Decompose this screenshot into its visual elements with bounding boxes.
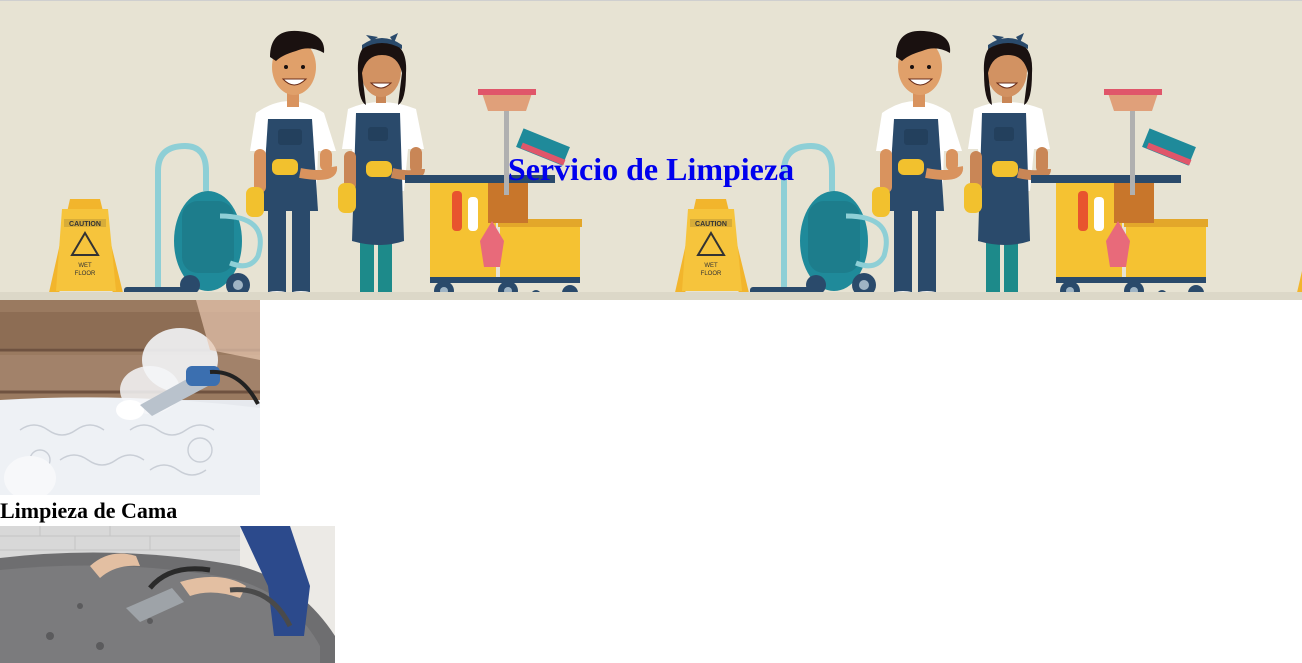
service-title-bed-cleaning: Limpieza de Cama (0, 498, 178, 523)
hero-banner: CAUTION WET FLOOR (0, 1, 1302, 300)
page-title: Servicio de Limpieza (507, 151, 795, 187)
banner-floor (0, 292, 1302, 300)
bed-cleaning-image (0, 300, 260, 495)
sofa-cleaning-image (0, 526, 335, 663)
